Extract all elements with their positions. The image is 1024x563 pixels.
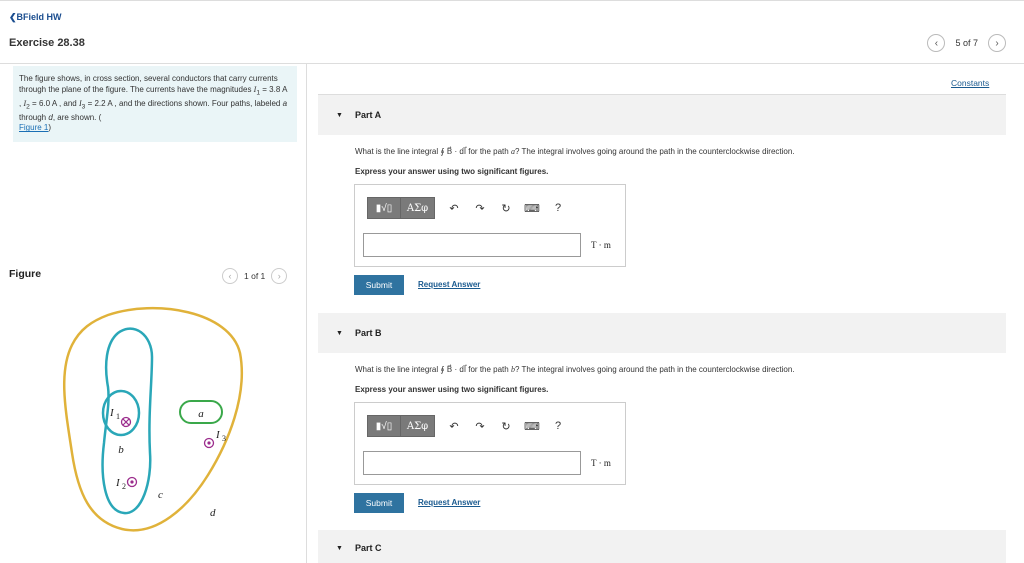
templates-button[interactable]: ▮√▯ (367, 197, 401, 219)
part-a-title: Part A (354, 110, 382, 120)
i2-label: I (115, 477, 121, 489)
part-a-question: What is the line integral ∮ B⃗ · dl⃗ for… (355, 147, 795, 156)
path-d-label: d (210, 507, 216, 519)
i1-label: I (109, 407, 115, 419)
next-exercise-button[interactable]: › (988, 34, 1006, 52)
problem-close-paren: ) (48, 123, 52, 133)
help-button[interactable]: ? (545, 415, 571, 437)
path-b-label: b (118, 444, 124, 456)
greek-symbols-button[interactable]: ΑΣφ (401, 415, 435, 437)
i1-subscript: 1 (116, 412, 120, 421)
problem-text: The figure shows, in cross section, seve… (19, 74, 288, 122)
conductor-figure: a I 1 b I 3 I 2 c d (63, 306, 244, 532)
part-a-answer-input[interactable] (363, 233, 581, 257)
i3-subscript: 3 (222, 434, 226, 443)
collapse-triangle-icon: ▼ (336, 111, 343, 119)
path-a-label: a (198, 408, 204, 420)
back-link[interactable]: ❮BField HW (9, 12, 62, 23)
panel-divider (306, 64, 307, 563)
figure-link[interactable]: Figure 1 (19, 123, 48, 132)
constants-link[interactable]: Constants (951, 78, 989, 88)
part-b-request-answer-link[interactable]: Request Answer (418, 498, 480, 507)
i3-label: I (215, 429, 221, 441)
part-a-instruction: Express your answer using two significan… (355, 167, 549, 176)
greek-symbols-button[interactable]: ΑΣφ (401, 197, 435, 219)
part-b-question-post: ? The integral involves going around the… (514, 365, 795, 374)
chevron-left-icon: ‹ (934, 37, 939, 49)
part-c-header[interactable]: ▼ Part C (318, 530, 1006, 563)
templates-button[interactable]: ▮√▯ (367, 415, 401, 437)
undo-icon[interactable]: ↶ (441, 197, 467, 219)
path-d (63, 306, 244, 532)
part-a-header[interactable]: ▼ Part A (318, 95, 1006, 135)
figure-pager: ‹ 1 of 1 › (222, 268, 288, 284)
part-a-submit-button[interactable]: Submit (354, 275, 404, 295)
part-b-header[interactable]: ▼ Part B (318, 313, 1006, 353)
help-button[interactable]: ? (545, 197, 571, 219)
figure-pager-text: 1 of 1 (244, 271, 266, 281)
next-figure-button[interactable]: › (271, 268, 288, 284)
exercise-pager: ‹ 5 of 7 › (927, 34, 1006, 52)
top-border (0, 0, 1024, 1)
reset-icon[interactable]: ↻ (493, 415, 519, 437)
keyboard-icon[interactable]: ⌨ (519, 197, 545, 219)
part-a-units: T · m (591, 240, 611, 250)
part-b-instruction: Express your answer using two significan… (355, 385, 549, 394)
exercise-title: Exercise 28.38 (9, 37, 85, 49)
back-link-label: BField HW (16, 12, 62, 22)
part-c-title: Part C (354, 543, 382, 553)
part-a-toolbar: ▮√▯ ΑΣφ ↶ ↷ ↻ ⌨ ? (367, 197, 571, 219)
keyboard-icon[interactable]: ⌨ (519, 415, 545, 437)
path-c-label: c (158, 489, 163, 501)
part-b-title: Part B (354, 328, 382, 338)
part-b-submit-button[interactable]: Submit (354, 493, 404, 513)
problem-statement: The figure shows, in cross section, seve… (13, 66, 297, 142)
i2-subscript: 2 (122, 482, 126, 491)
redo-icon[interactable]: ↷ (467, 197, 493, 219)
chevron-left-icon: ‹ (228, 271, 232, 281)
previous-exercise-button[interactable]: ‹ (927, 34, 946, 52)
part-b-toolbar: ▮√▯ ΑΣφ ↶ ↷ ↻ ⌨ ? (367, 415, 571, 437)
chevron-right-icon: › (277, 271, 281, 281)
collapse-triangle-icon: ▼ (336, 544, 343, 552)
header-divider (0, 63, 1024, 64)
part-a-question-post: ? The integral involves going around the… (514, 147, 795, 156)
part-b-answer-input[interactable] (363, 451, 581, 475)
undo-icon[interactable]: ↶ (441, 415, 467, 437)
i2-dot (130, 480, 134, 484)
part-b-answer-box: ▮√▯ ΑΣφ ↶ ↷ ↻ ⌨ ? T · m (354, 402, 626, 485)
reset-icon[interactable]: ↻ (493, 197, 519, 219)
part-b-question-pre: What is the line integral ∮ B⃗ · dl⃗ for… (355, 365, 511, 374)
part-a-question-pre: What is the line integral ∮ B⃗ · dl⃗ for… (355, 147, 511, 156)
previous-figure-button[interactable]: ‹ (222, 268, 238, 284)
part-b-units: T · m (591, 458, 611, 468)
redo-icon[interactable]: ↷ (467, 415, 493, 437)
pager-text: 5 of 7 (955, 38, 978, 48)
chevron-right-icon: › (995, 37, 999, 49)
collapse-triangle-icon: ▼ (336, 329, 343, 337)
part-a-answer-box: ▮√▯ ΑΣφ ↶ ↷ ↻ ⌨ ? T · m (354, 184, 626, 267)
figure-label: Figure (9, 268, 42, 280)
i3-dot (207, 441, 211, 445)
part-b-question: What is the line integral ∮ B⃗ · dl⃗ for… (355, 365, 795, 374)
part-a-request-answer-link[interactable]: Request Answer (418, 280, 480, 289)
chevron-left-icon: ❮ (9, 12, 17, 22)
